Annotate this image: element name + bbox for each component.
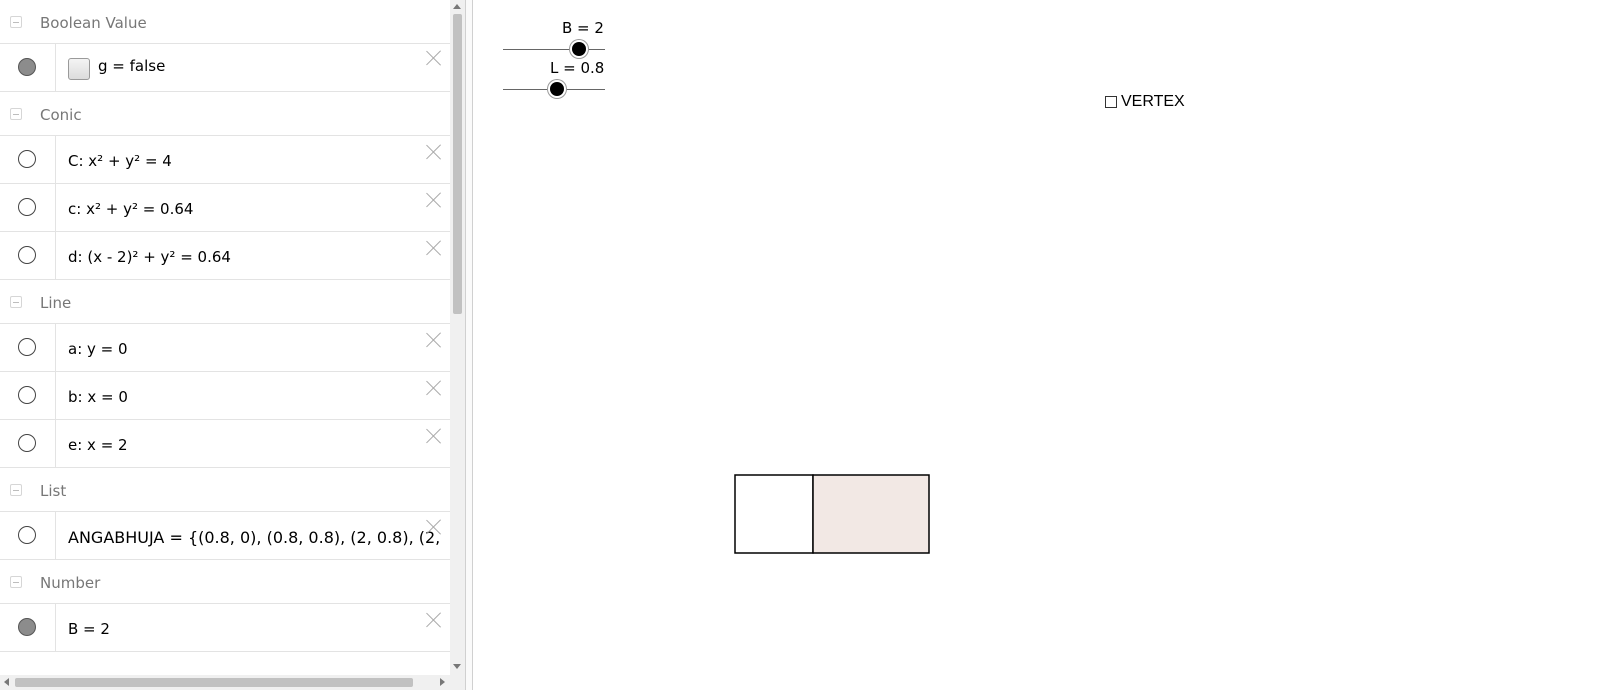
vertex-checkbox-label[interactable]: VERTEX xyxy=(1121,93,1185,111)
scroll-down-icon[interactable] xyxy=(453,664,461,669)
delete-icon[interactable] xyxy=(426,332,442,348)
boolean-checkbox[interactable] xyxy=(68,58,90,80)
algebra-row-b[interactable]: b: x = 0 xyxy=(0,372,450,420)
group-title: List xyxy=(40,482,67,500)
group-header-number[interactable]: Number xyxy=(0,560,450,604)
visibility-toggle-icon[interactable] xyxy=(18,434,36,452)
group-header-conic[interactable]: Conic xyxy=(0,92,450,136)
group-header-list[interactable]: List xyxy=(0,468,450,512)
algebra-vertical-scrollbar[interactable] xyxy=(450,0,465,690)
marble-cell xyxy=(0,232,56,279)
algebra-row-d[interactable]: d: (x - 2)² + y² = 0.64 xyxy=(0,232,450,280)
group-title: Boolean Value xyxy=(40,14,147,32)
group-header-line[interactable]: Line xyxy=(0,280,450,324)
visibility-toggle-icon[interactable] xyxy=(18,246,36,264)
collapse-icon[interactable] xyxy=(10,484,22,496)
marble-cell xyxy=(0,324,56,371)
algebra-row-B[interactable]: B = 2 xyxy=(0,604,450,652)
collapse-icon[interactable] xyxy=(10,108,22,120)
delete-icon[interactable] xyxy=(426,519,442,535)
visibility-toggle-icon[interactable] xyxy=(18,198,36,216)
algebra-panel: Boolean Value g = false Conic C: x² + y²… xyxy=(0,0,450,690)
visibility-toggle-icon[interactable] xyxy=(18,386,36,404)
algebra-expression[interactable]: a: y = 0 xyxy=(68,340,128,358)
marble-cell xyxy=(0,184,56,231)
algebra-expression[interactable]: B = 2 xyxy=(68,620,110,638)
delete-icon[interactable] xyxy=(426,428,442,444)
collapse-icon[interactable] xyxy=(10,16,22,28)
algebra-row-a[interactable]: a: y = 0 xyxy=(0,324,450,372)
graphics-view[interactable] xyxy=(473,0,1600,690)
group-title: Conic xyxy=(40,106,82,124)
scroll-thumb[interactable] xyxy=(15,678,413,687)
algebra-expression[interactable]: ANGABHUJA = {(0.8, 0), (0.8, 0.8), (2, 0… xyxy=(68,528,448,547)
marble-cell xyxy=(0,604,56,651)
slider-B-label: B = 2 xyxy=(562,19,604,37)
collapse-icon[interactable] xyxy=(10,296,22,308)
panel-divider[interactable] xyxy=(465,0,473,690)
algebra-expression[interactable]: c: x² + y² = 0.64 xyxy=(68,200,193,218)
delete-icon[interactable] xyxy=(426,612,442,628)
algebra-expression[interactable]: b: x = 0 xyxy=(68,388,128,406)
delete-icon[interactable] xyxy=(426,144,442,160)
scroll-left-icon[interactable] xyxy=(4,678,9,686)
visibility-toggle-icon[interactable] xyxy=(18,150,36,168)
vertex-checkbox[interactable] xyxy=(1105,96,1117,108)
visibility-toggle-icon[interactable] xyxy=(18,58,36,76)
delete-icon[interactable] xyxy=(426,380,442,396)
algebra-row-angabhuja[interactable]: ANGABHUJA = {(0.8, 0), (0.8, 0.8), (2, 0… xyxy=(0,512,450,560)
algebra-row-g[interactable]: g = false xyxy=(0,44,450,92)
scroll-thumb[interactable] xyxy=(453,14,462,314)
delete-icon[interactable] xyxy=(426,240,442,256)
group-title: Line xyxy=(40,294,72,312)
algebra-horizontal-scrollbar[interactable] xyxy=(0,675,450,690)
slider-B-knob[interactable] xyxy=(571,42,586,56)
marble-cell xyxy=(0,136,56,183)
collapse-icon[interactable] xyxy=(10,576,22,588)
marble-cell xyxy=(0,372,56,419)
scroll-right-icon[interactable] xyxy=(440,678,445,686)
visibility-toggle-icon[interactable] xyxy=(18,338,36,356)
algebra-expression[interactable]: C: x² + y² = 4 xyxy=(68,152,172,170)
algebra-expression[interactable]: g = false xyxy=(98,57,165,75)
visibility-toggle-icon[interactable] xyxy=(18,618,36,636)
scroll-up-icon[interactable] xyxy=(453,4,461,9)
marble-cell xyxy=(0,44,56,91)
visibility-toggle-icon[interactable] xyxy=(18,526,36,544)
delete-icon[interactable] xyxy=(426,192,442,208)
group-header-boolean[interactable]: Boolean Value xyxy=(0,0,450,44)
algebra-row-e[interactable]: e: x = 2 xyxy=(0,420,450,468)
delete-icon[interactable] xyxy=(426,50,442,66)
slider-B-track[interactable] xyxy=(503,49,605,50)
marble-cell xyxy=(0,420,56,467)
marble-cell xyxy=(0,512,56,559)
slider-L-label: L = 0.8 xyxy=(550,59,605,77)
algebra-row-C[interactable]: C: x² + y² = 4 xyxy=(0,136,450,184)
algebra-row-c[interactable]: c: x² + y² = 0.64 xyxy=(0,184,450,232)
algebra-expression[interactable]: e: x = 2 xyxy=(68,436,128,454)
algebra-expression[interactable]: d: (x - 2)² + y² = 0.64 xyxy=(68,248,231,266)
group-title: Number xyxy=(40,574,101,592)
